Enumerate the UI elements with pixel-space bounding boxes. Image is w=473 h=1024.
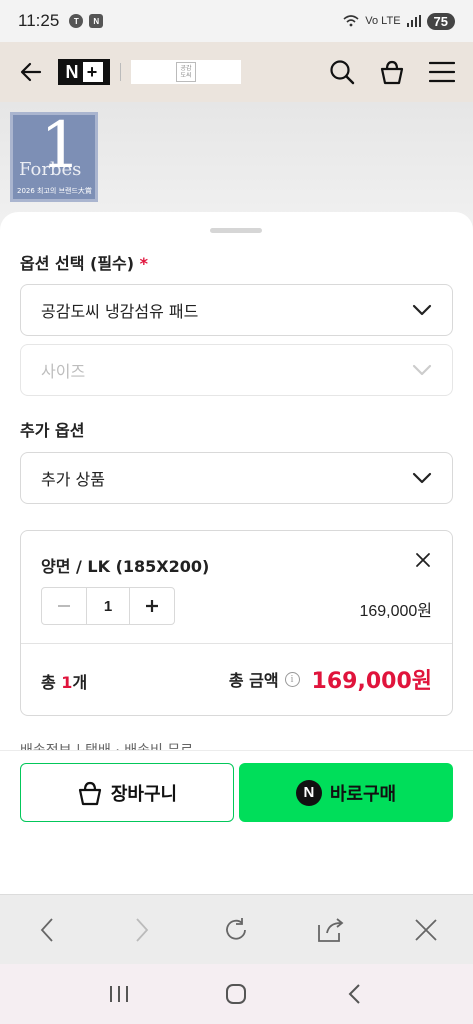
total-count-suffix: 개 <box>72 673 88 692</box>
info-icon[interactable]: i <box>284 671 300 687</box>
remove-item-button[interactable] <box>412 549 434 571</box>
sheet-grabber[interactable] <box>210 228 262 233</box>
recent-apps-icon <box>109 986 128 1002</box>
required-option-label: 옵션 선택 (필수) * <box>20 250 148 274</box>
plus-icon: + <box>82 62 103 82</box>
extra-option-label: 추가 옵션 <box>20 421 85 440</box>
browser-back-button[interactable] <box>27 910 67 950</box>
home-button[interactable] <box>216 974 256 1014</box>
chevron-down-icon <box>412 468 432 488</box>
buy-now-label: 바로구매 <box>329 783 397 805</box>
wifi-icon <box>343 15 359 27</box>
network-label: Vo LTE <box>365 15 401 27</box>
store-seal: 공감 도씨 <box>176 62 196 82</box>
total-count: 총 1개 <box>41 669 87 693</box>
home-icon <box>226 984 247 1004</box>
quantity-value[interactable]: 1 <box>86 588 130 624</box>
browser-share-button[interactable] <box>311 910 351 950</box>
required-mark: * <box>139 254 149 273</box>
naver-plus-logo[interactable]: N + <box>58 59 110 85</box>
notification-icons: T N <box>69 14 104 28</box>
add-to-cart-label: 장바구니 <box>110 783 178 805</box>
app-header: N + 공감 도씨 <box>0 42 473 102</box>
header-actions <box>327 57 457 87</box>
search-button[interactable] <box>327 57 357 87</box>
product-option-select[interactable]: 공감도씨 냉감섬유 패드 <box>20 284 453 336</box>
store-logo[interactable]: 공감 도씨 <box>131 60 241 84</box>
extra-option-value: 추가 상품 <box>41 470 105 489</box>
option-bottom-sheet: 옵션 선택 (필수) * 공감도씨 냉감섬유 패드 사이즈 추가 옵션 추가 상… <box>0 212 473 894</box>
quantity-stepper: 1 <box>41 587 175 625</box>
cart-button[interactable] <box>377 57 407 87</box>
chevron-down-icon <box>412 360 432 380</box>
refresh-icon <box>226 917 247 940</box>
close-icon <box>415 918 437 941</box>
plus-icon <box>146 600 158 612</box>
required-option-text: 옵션 선택 (필수) <box>20 254 135 273</box>
badge-caption: 2026 최고의 브랜드大賞 <box>17 187 92 195</box>
close-icon <box>416 553 430 567</box>
recent-apps-button[interactable] <box>99 974 139 1014</box>
shopping-bag-icon <box>78 781 101 805</box>
menu-button[interactable] <box>427 57 457 87</box>
talk-notification-icon: T <box>69 14 84 28</box>
hamburger-menu-icon <box>429 61 455 83</box>
total-amount-label: 총 금액 <box>228 671 279 690</box>
total-amount: 총 금액 i 169,000원 <box>229 663 432 695</box>
battery-level: 75 <box>426 12 455 30</box>
card-divider <box>21 643 452 644</box>
signal-icon <box>406 15 421 27</box>
selected-item-name: 양면 / LK (185X200) <box>41 557 210 576</box>
chevron-right-icon <box>136 917 149 942</box>
size-option-placeholder: 사이즈 <box>41 362 86 381</box>
browser-forward-button[interactable] <box>122 910 162 950</box>
system-nav-bar <box>0 964 473 1024</box>
forbes-award-badge: 1 Forbes 2026 최고의 브랜드大賞 <box>10 112 98 202</box>
size-option-select[interactable]: 사이즈 <box>20 344 453 396</box>
total-count-number: 1 <box>61 673 73 692</box>
minus-icon <box>58 605 70 607</box>
extra-option-select[interactable]: 추가 상품 <box>20 452 453 504</box>
back-button[interactable] <box>16 57 46 87</box>
browser-reload-button[interactable] <box>216 910 256 950</box>
add-to-cart-button[interactable]: 장바구니 <box>20 763 234 822</box>
status-bar: 11:25 T N Vo LTE 75 <box>0 0 473 42</box>
badge-brand: Forbes <box>19 159 82 180</box>
system-back-button[interactable] <box>334 974 374 1014</box>
share-icon <box>318 917 344 942</box>
header-divider <box>120 63 121 81</box>
decrease-quantity-button[interactable] <box>42 588 86 624</box>
shopping-bag-icon <box>380 60 404 85</box>
status-time: 11:25 <box>18 11 60 30</box>
shipping-info-peek: 배송정보 | 택배 · 배송비 무료 <box>20 740 193 750</box>
status-right: Vo LTE 75 <box>343 12 455 30</box>
total-count-prefix: 총 <box>41 673 62 692</box>
browser-close-button[interactable] <box>406 910 446 950</box>
naver-notification-icon: N <box>89 14 104 28</box>
chevron-left-icon <box>41 917 53 942</box>
chevron-down-icon <box>412 300 432 320</box>
search-icon <box>330 60 355 85</box>
naver-pay-icon: N <box>295 779 322 806</box>
logo-n: N <box>65 61 80 82</box>
buy-now-button[interactable]: N 바로구매 <box>239 763 453 822</box>
product-option-value: 공감도씨 냉감섬유 패드 <box>41 302 199 321</box>
browser-toolbar <box>0 894 473 964</box>
item-price: 169,000원 <box>359 603 432 620</box>
sheet-divider <box>0 750 473 751</box>
increase-quantity-button[interactable] <box>130 588 174 624</box>
total-amount-value: 169,000원 <box>311 669 432 694</box>
arrow-left-icon <box>20 62 42 82</box>
chevron-left-icon <box>348 984 360 1004</box>
selected-item-card: 양면 / LK (185X200) 1 169,000원 총 1개 총 금액 i… <box>20 530 453 716</box>
